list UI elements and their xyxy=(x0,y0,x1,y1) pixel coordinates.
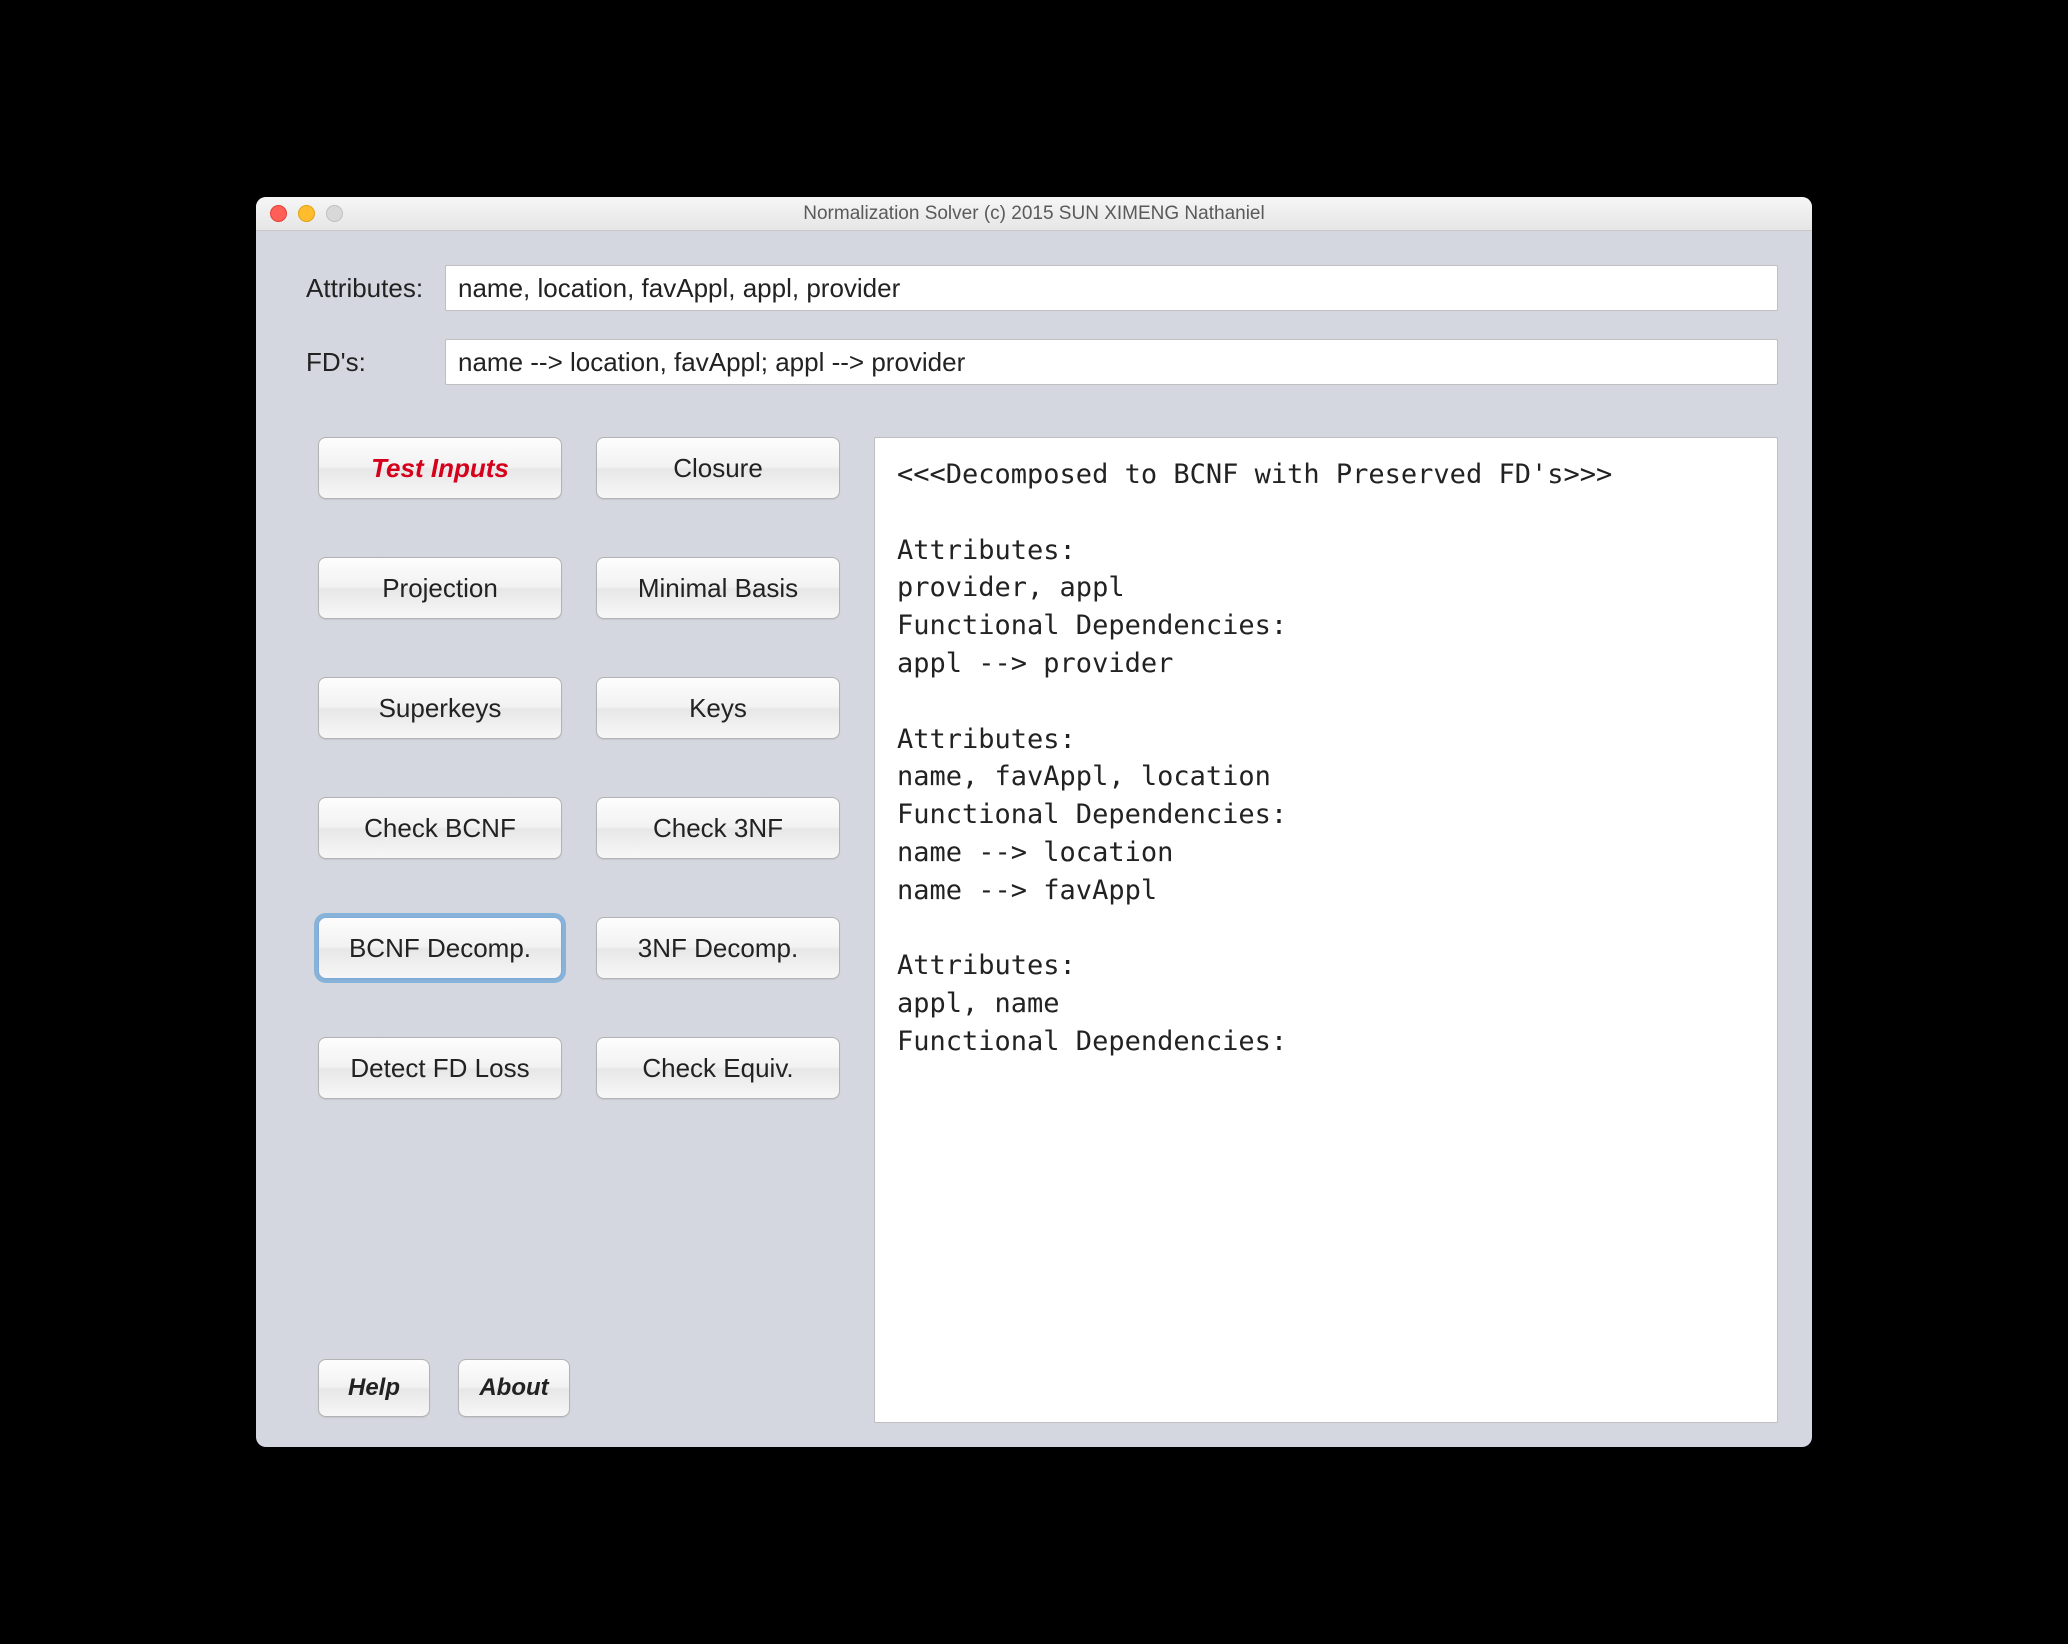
3nf-decomp-button[interactable]: 3NF Decomp. xyxy=(596,917,840,979)
test-inputs-button[interactable]: Test Inputs xyxy=(318,437,562,499)
action-button-grid: Test Inputs Closure Projection Minimal B… xyxy=(290,437,840,1099)
traffic-lights xyxy=(256,205,343,222)
about-button[interactable]: About xyxy=(458,1359,570,1417)
maximize-window-button[interactable] xyxy=(326,205,343,222)
attributes-row: Attributes: xyxy=(290,265,1778,311)
check-equiv-button[interactable]: Check Equiv. xyxy=(596,1037,840,1099)
bcnf-decomp-button[interactable]: BCNF Decomp. xyxy=(318,917,562,979)
keys-button[interactable]: Keys xyxy=(596,677,840,739)
minimal-basis-button[interactable]: Minimal Basis xyxy=(596,557,840,619)
output-textarea[interactable]: <<<Decomposed to BCNF with Preserved FD'… xyxy=(874,437,1778,1423)
fds-input[interactable] xyxy=(445,339,1778,385)
buttons-column: Test Inputs Closure Projection Minimal B… xyxy=(290,437,840,1423)
fds-row: FD's: xyxy=(290,339,1778,385)
minimize-window-button[interactable] xyxy=(298,205,315,222)
closure-button[interactable]: Closure xyxy=(596,437,840,499)
attributes-label: Attributes: xyxy=(290,273,445,304)
close-window-button[interactable] xyxy=(270,205,287,222)
help-button[interactable]: Help xyxy=(318,1359,430,1417)
check-3nf-button[interactable]: Check 3NF xyxy=(596,797,840,859)
footer-buttons: Help About xyxy=(290,1359,840,1423)
check-bcnf-button[interactable]: Check BCNF xyxy=(318,797,562,859)
attributes-input[interactable] xyxy=(445,265,1778,311)
app-window: Normalization Solver (c) 2015 SUN XIMENG… xyxy=(256,197,1812,1447)
window-title: Normalization Solver (c) 2015 SUN XIMENG… xyxy=(256,203,1812,225)
projection-button[interactable]: Projection xyxy=(318,557,562,619)
content-area: Attributes: FD's: Test Inputs Closure Pr… xyxy=(256,231,1812,1447)
detect-fd-loss-button[interactable]: Detect FD Loss xyxy=(318,1037,562,1099)
titlebar: Normalization Solver (c) 2015 SUN XIMENG… xyxy=(256,197,1812,231)
fds-label: FD's: xyxy=(290,347,445,378)
superkeys-button[interactable]: Superkeys xyxy=(318,677,562,739)
main-row: Test Inputs Closure Projection Minimal B… xyxy=(290,437,1778,1423)
